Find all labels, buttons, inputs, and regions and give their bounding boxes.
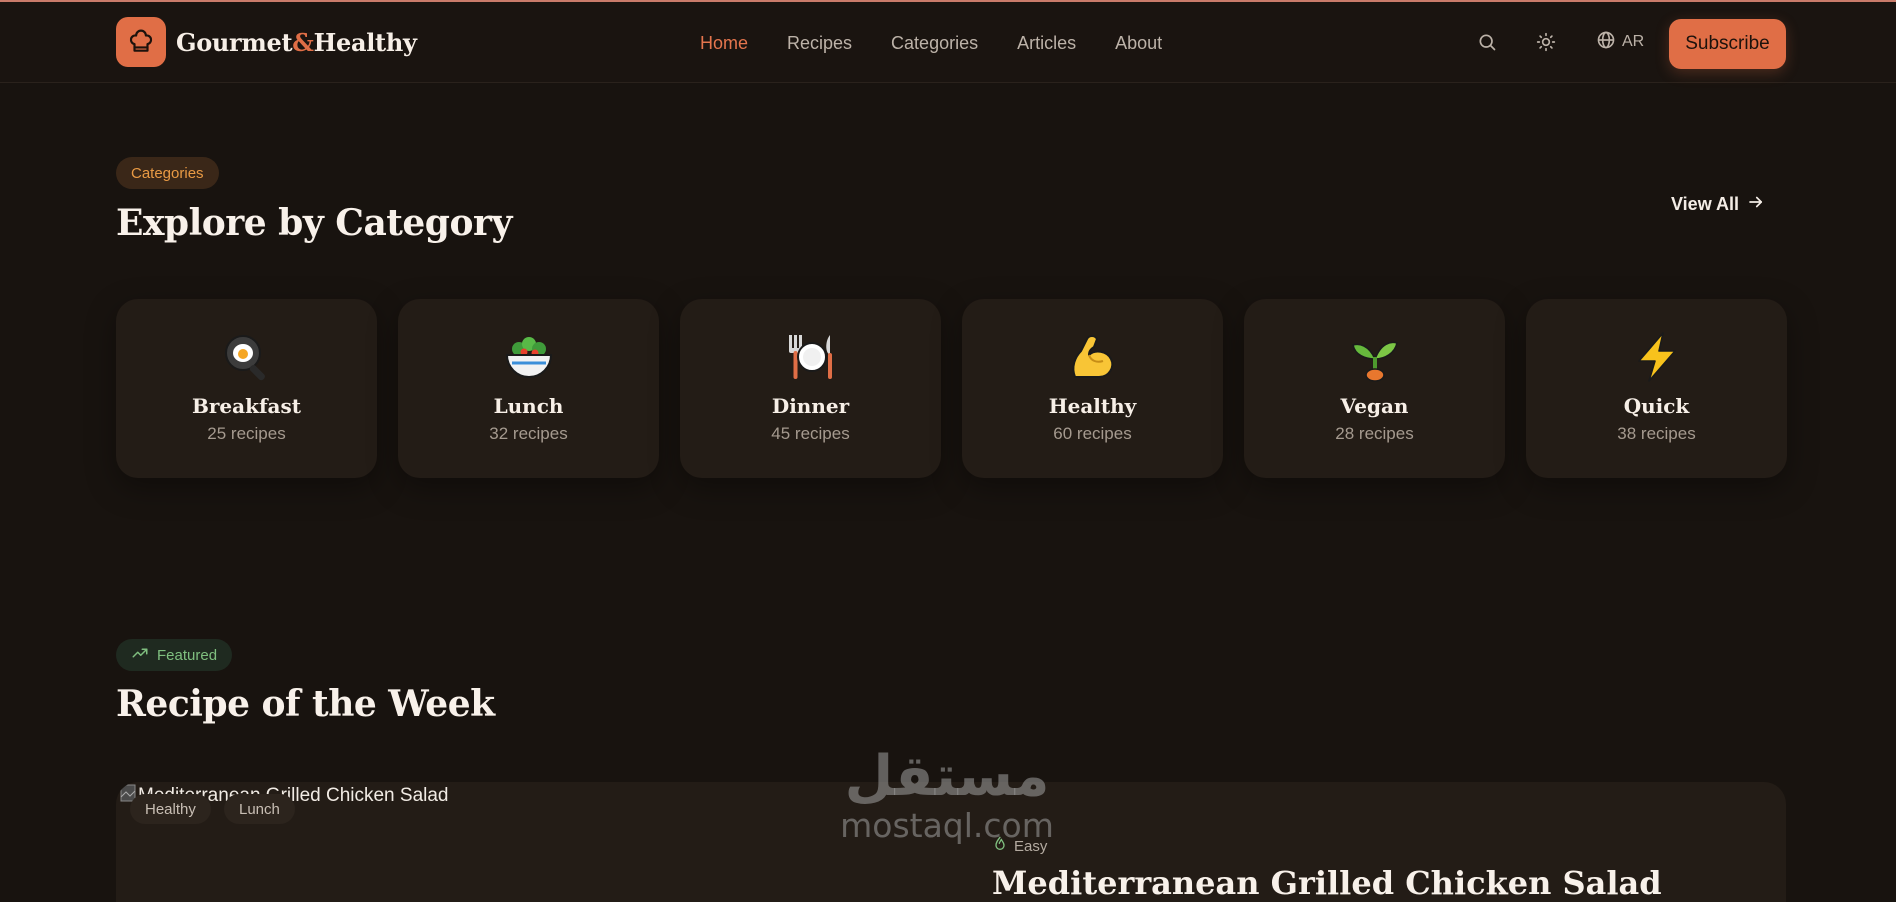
category-card-breakfast[interactable]: Breakfast 25 recipes <box>116 299 377 478</box>
category-count: 28 recipes <box>1335 424 1414 443</box>
category-count: 25 recipes <box>207 424 286 443</box>
logo[interactable]: Gourmet&Healthy <box>116 17 417 67</box>
category-count: 60 recipes <box>1053 424 1132 443</box>
view-all-link[interactable]: View All <box>1671 190 1765 218</box>
category-name: Breakfast <box>191 394 302 418</box>
category-count: 38 recipes <box>1617 424 1696 443</box>
seedling-icon <box>1349 331 1401 383</box>
category-card-healthy[interactable]: Healthy 60 recipes <box>962 299 1223 478</box>
nav-home[interactable]: Home <box>700 33 748 54</box>
chef-hat-icon <box>116 17 166 67</box>
category-name: Quick <box>1623 394 1690 418</box>
featured-badge: Featured <box>116 639 233 671</box>
categories-badge: Categories <box>116 157 219 189</box>
site-header: Gourmet&Healthy Home Recipes Categories … <box>0 2 1896 83</box>
view-all-label: View All <box>1671 193 1740 214</box>
featured-badge-label: Featured <box>157 646 218 664</box>
trending-up-icon <box>131 644 149 666</box>
flame-icon <box>992 836 1008 856</box>
categories-title: Explore by Category <box>116 202 512 244</box>
main-nav: Home Recipes Categories Articles About <box>700 28 1201 58</box>
lightning-icon <box>1631 331 1683 383</box>
recipe-title: Mediterranean Grilled Chicken Salad <box>992 864 1662 902</box>
arrow-right-icon <box>1747 193 1765 216</box>
category-card-dinner[interactable]: Dinner 45 recipes <box>680 299 941 478</box>
category-count: 32 recipes <box>489 424 568 443</box>
sun-icon[interactable] <box>1534 30 1558 54</box>
recipe-tag: Healthy <box>130 794 211 824</box>
brand-name: Gourmet&Healthy <box>176 27 417 57</box>
category-name: Dinner <box>771 394 850 418</box>
category-card-lunch[interactable]: Lunch 32 recipes <box>398 299 659 478</box>
recipe-difficulty-label: Easy <box>1014 837 1048 855</box>
flexed-biceps-icon <box>1067 331 1119 383</box>
category-card-vegan[interactable]: Vegan 28 recipes <box>1244 299 1505 478</box>
language-label: AR <box>1622 33 1645 50</box>
featured-title: Recipe of the Week <box>116 683 495 725</box>
globe-icon <box>1596 30 1616 55</box>
nav-recipes[interactable]: Recipes <box>787 33 852 54</box>
category-name: Vegan <box>1340 394 1409 418</box>
category-name: Lunch <box>493 394 564 418</box>
category-grid: Breakfast 25 recipes Lunch 32 recipes Di… <box>116 299 1787 479</box>
recipe-tag: Lunch <box>224 794 295 824</box>
nav-articles[interactable]: Articles <box>1017 33 1076 54</box>
category-name: Healthy <box>1048 394 1137 418</box>
language-switcher[interactable]: AR <box>1596 30 1644 54</box>
nav-about[interactable]: About <box>1115 33 1162 54</box>
category-count: 45 recipes <box>771 424 850 443</box>
category-card-quick[interactable]: Quick 38 recipes <box>1526 299 1787 478</box>
featured-recipe-card[interactable]: Mediterranean Grilled Chicken Salad Heal… <box>116 782 1786 902</box>
recipe-difficulty: Easy <box>992 836 1047 856</box>
subscribe-button[interactable]: Subscribe <box>1669 19 1786 69</box>
salad-bowl-icon <box>503 331 555 383</box>
frying-pan-egg-icon <box>221 331 273 383</box>
search-icon[interactable] <box>1475 30 1499 54</box>
nav-categories[interactable]: Categories <box>891 33 978 54</box>
plate-fork-knife-icon <box>785 331 837 383</box>
